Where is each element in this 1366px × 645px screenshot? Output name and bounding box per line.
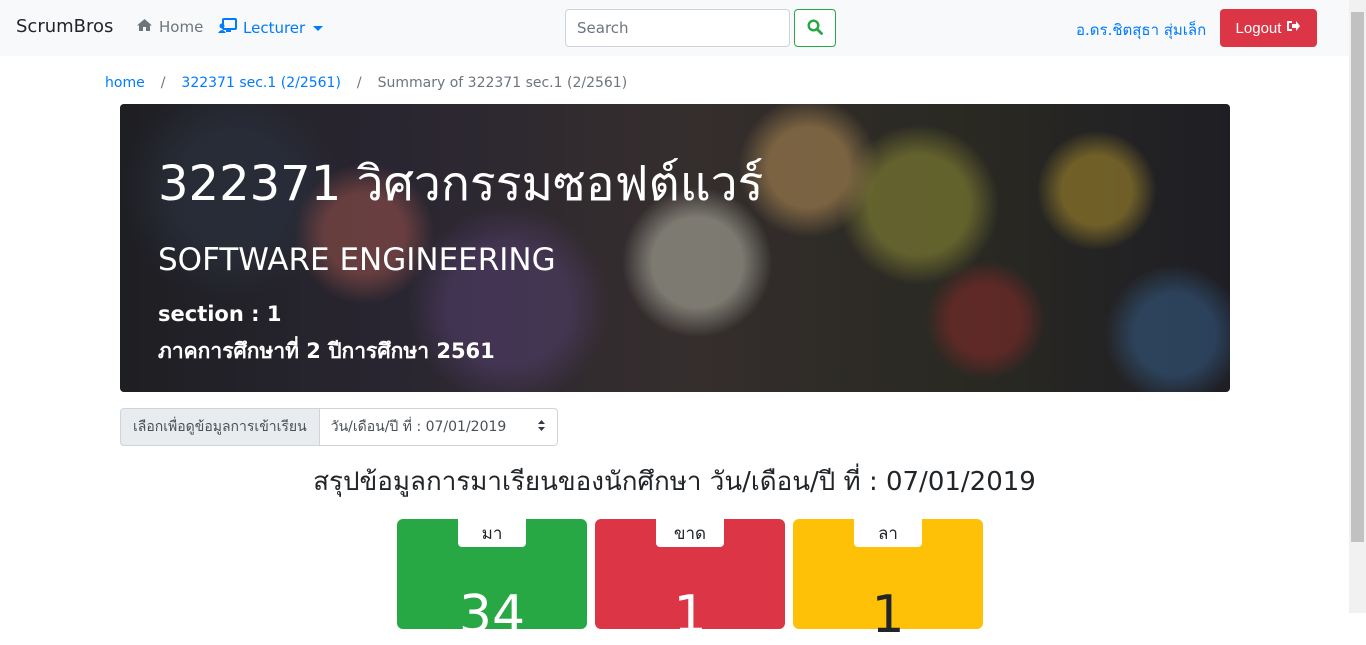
logout-button[interactable]: Logout (1220, 9, 1317, 47)
attendance-date-select[interactable]: วัน/เดือน/ปี ที่ : 07/01/2019 (319, 408, 558, 446)
present-card-label: มา (458, 519, 526, 547)
navbar: ScrumBros Home Lecturer อ.ดร.ชิตสุธา สุ่… (0, 0, 1349, 56)
leave-card-value: 1 (871, 585, 905, 645)
course-section: section : 1 (158, 302, 282, 326)
home-icon (136, 18, 153, 36)
nav-home-label: Home (159, 18, 204, 36)
select-arrows-icon (537, 419, 546, 436)
nav-home-link[interactable]: Home (136, 18, 203, 36)
course-term: ภาคการศึกษาที่ 2 ปีการศึกษา 2561 (158, 339, 495, 363)
nav-lecturer-label: Lecturer (243, 19, 306, 37)
brand-logo[interactable]: ScrumBros (16, 16, 113, 37)
course-title: 322371 วิศวกรรมซอฟต์แวร์ (158, 156, 764, 212)
scrollbar-thumb[interactable] (1351, 12, 1364, 542)
breadcrumb: home / 322371 sec.1 (2/2561) / Summary o… (105, 75, 627, 91)
breadcrumb-course[interactable]: 322371 sec.1 (2/2561) (181, 75, 340, 91)
breadcrumb-separator: / (356, 75, 362, 91)
attendance-select-label: เลือกเพื่อดูข้อมูลการเข้าเรียน (120, 408, 320, 446)
chevron-down-icon (313, 25, 324, 31)
course-english-name: SOFTWARE ENGINEERING (158, 242, 556, 278)
leave-card-label: ลา (854, 519, 922, 547)
breadcrumb-current: Summary of 322371 sec.1 (2/2561) (377, 75, 628, 91)
search-input[interactable] (565, 9, 790, 47)
breadcrumb-separator: / (160, 75, 166, 91)
breadcrumb-home[interactable]: home (105, 75, 145, 91)
user-profile-link[interactable]: อ.ดร.ชิตสุธา สุ่มเล็ก (1076, 18, 1206, 42)
summary-title: สรุปข้อมูลการมาเรียนของนักศึกษา วัน/เดือ… (313, 467, 1036, 497)
absent-card-value: 1 (673, 585, 707, 645)
sign-out-icon (1286, 19, 1301, 37)
attendance-date-selected: วัน/เดือน/ปี ที่ : 07/01/2019 (330, 419, 507, 435)
nav-lecturer-dropdown[interactable]: Lecturer (218, 18, 324, 38)
attendance-date-select-group: เลือกเพื่อดูข้อมูลการเข้าเรียน วัน/เดือน… (120, 408, 558, 446)
course-banner: 322371 วิศวกรรมซอฟต์แวร์ SOFTWARE ENGINE… (120, 104, 1230, 392)
absent-card-label: ขาด (656, 519, 724, 547)
lecturer-icon (218, 18, 237, 38)
present-card-value: 34 (458, 585, 526, 645)
search-icon (807, 18, 823, 38)
logout-label: Logout (1235, 19, 1282, 37)
search-button[interactable] (794, 9, 836, 47)
